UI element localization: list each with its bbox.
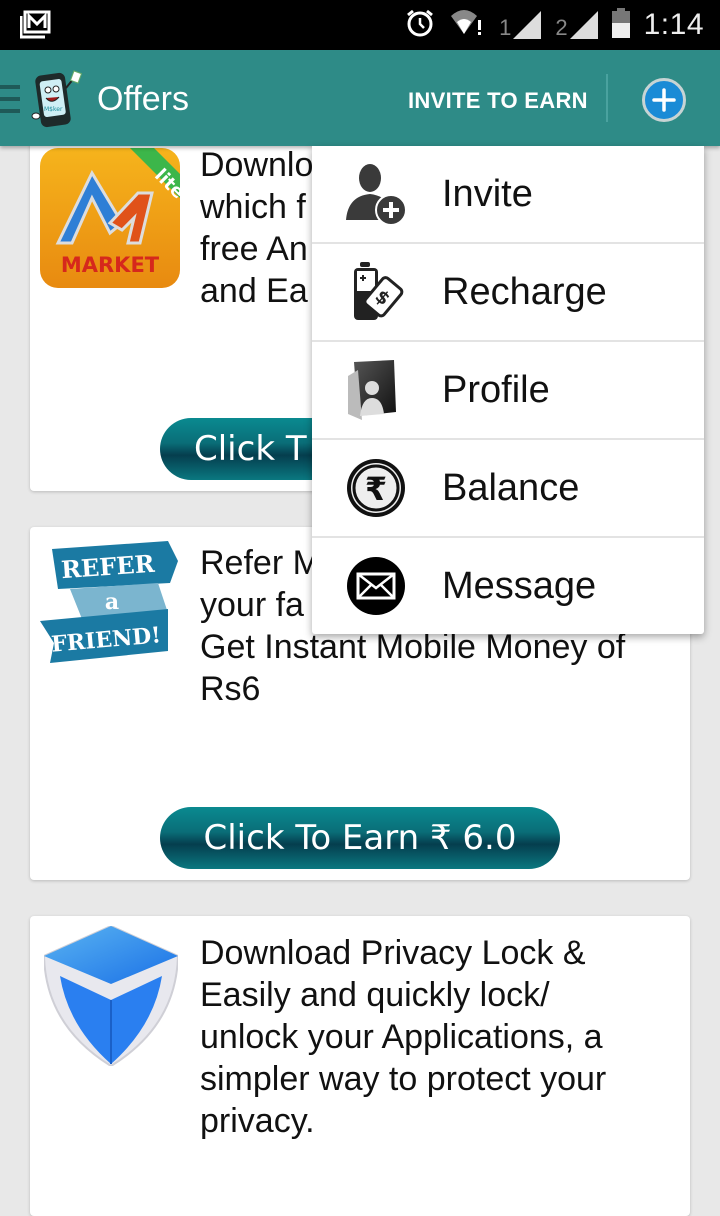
- clock-time: 1:14: [643, 8, 704, 41]
- signal-sim2-icon: 2: [555, 11, 598, 39]
- svg-text:M$ker: M$ker: [44, 106, 63, 113]
- add-user-icon: [344, 162, 408, 226]
- battery-icon: [611, 7, 630, 43]
- page-title: Offers: [97, 80, 189, 118]
- menu-item-message[interactable]: Message: [312, 538, 704, 634]
- svg-text:₹: ₹: [365, 470, 387, 508]
- menu-item-recharge[interactable]: $ Recharge: [312, 244, 704, 342]
- privacy-lock-shield-icon: [42, 924, 184, 1068]
- status-bar: 1 2 1:14: [0, 0, 720, 50]
- alarm-icon: [405, 8, 435, 43]
- overflow-dropdown-menu: Invite $ Recharge Profile ₹ Balance Mess…: [312, 146, 704, 634]
- menu-item-balance[interactable]: ₹ Balance: [312, 440, 704, 538]
- svg-text:a: a: [105, 589, 119, 615]
- envelope-icon: [344, 554, 408, 618]
- menu-item-profile[interactable]: Profile: [312, 342, 704, 440]
- phone-mascot-logo[interactable]: M$ker: [30, 68, 86, 130]
- click-to-earn-button[interactable]: Click To Earn ₹ 6.0: [160, 807, 560, 869]
- app-bar: M$ker Offers INVITE TO EARN: [0, 50, 720, 146]
- plus-circle-icon[interactable]: [642, 78, 686, 122]
- refer-a-friend-banner: REFER a FRIEND!: [40, 539, 180, 679]
- toolbar-divider: [606, 74, 608, 122]
- hamburger-icon[interactable]: [0, 85, 20, 113]
- menu-item-invite[interactable]: Invite: [312, 146, 704, 244]
- wifi-warning-icon: [449, 8, 485, 43]
- market-label: MARKET: [61, 253, 160, 277]
- offer-description: Download Privacy Lock & Easily and quick…: [200, 934, 607, 1140]
- offer-card[interactable]: Download Privacy Lock & Easily and quick…: [30, 916, 690, 1216]
- market-lite-app-icon: lite MARKET: [40, 148, 189, 288]
- rupee-coin-icon: ₹: [344, 456, 408, 520]
- signal-sim1-icon: 1: [499, 11, 542, 39]
- recharge-battery-icon: $: [344, 260, 408, 324]
- profile-folder-icon: [344, 358, 408, 422]
- gmail-notification-icon: [19, 10, 52, 40]
- invite-to-earn-button[interactable]: INVITE TO EARN: [408, 88, 588, 114]
